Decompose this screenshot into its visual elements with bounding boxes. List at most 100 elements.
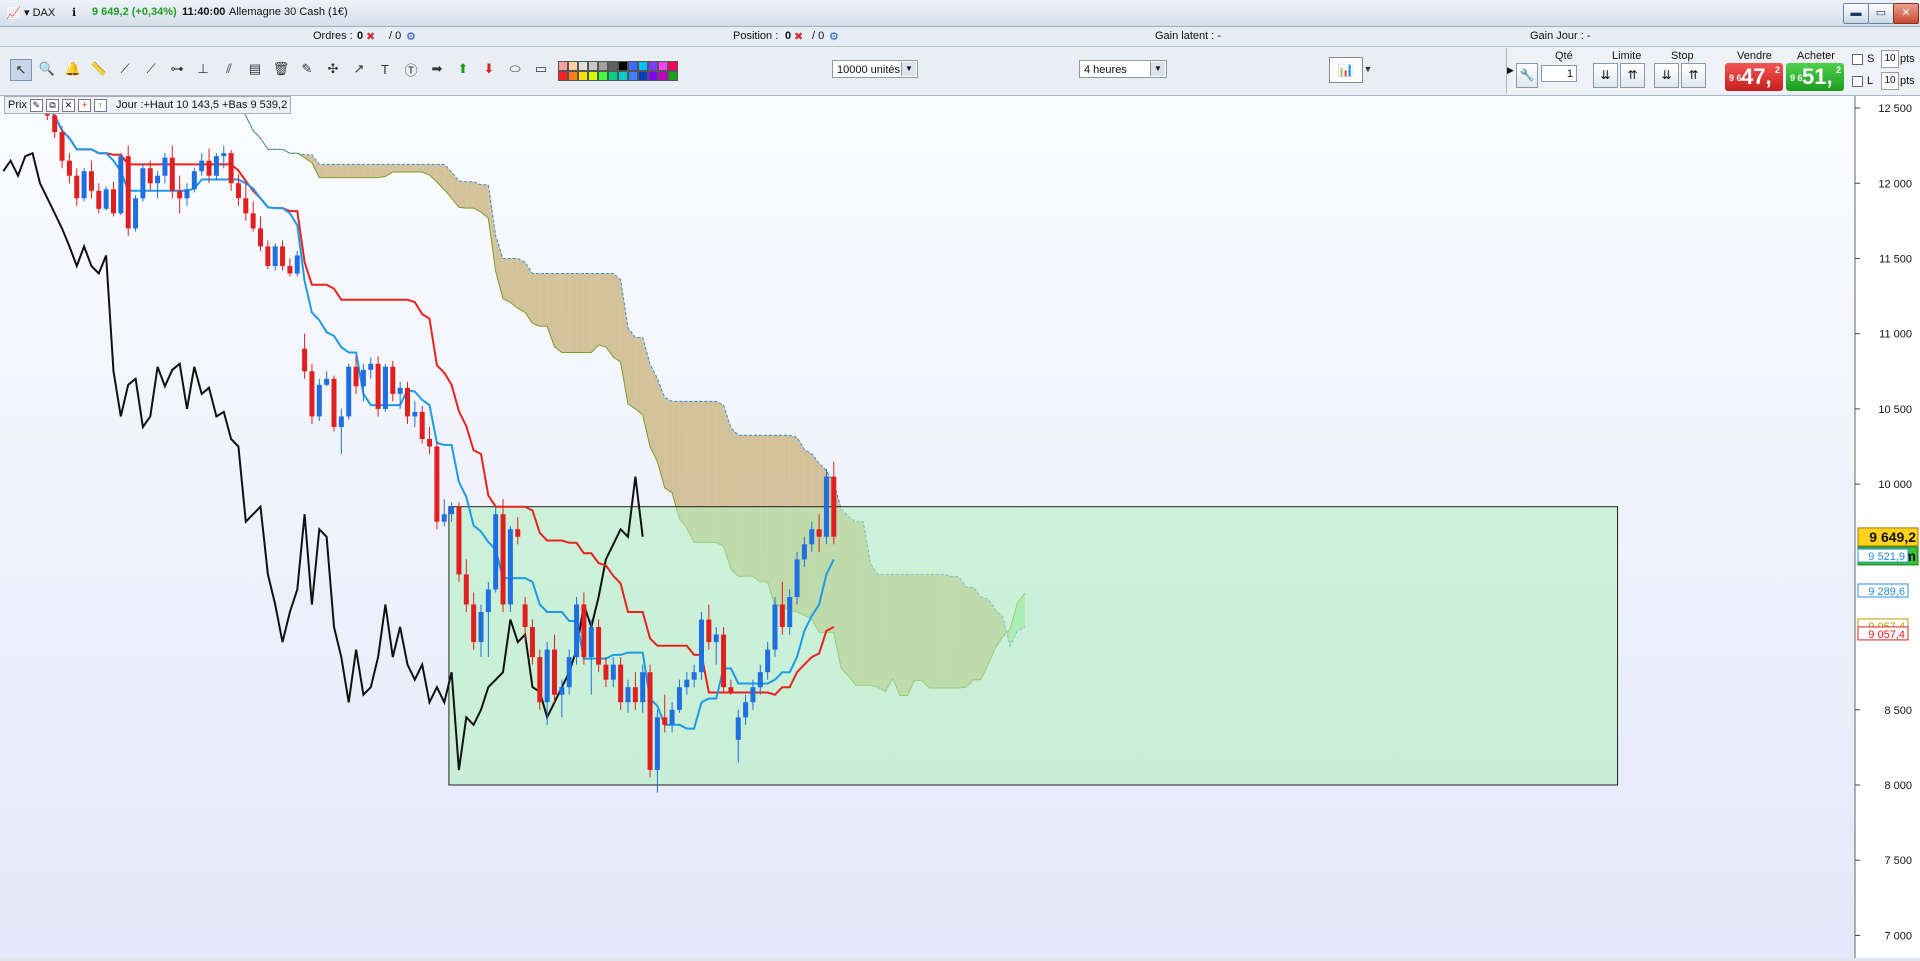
color-swatch[interactable] xyxy=(658,71,668,81)
candle-body xyxy=(691,672,697,680)
color-swatch[interactable] xyxy=(588,61,598,71)
close-button[interactable]: ✕ xyxy=(1893,3,1919,24)
text-bubble-icon[interactable]: Ⓣ xyxy=(401,59,421,79)
channel-tool-icon[interactable]: ⫽ xyxy=(219,59,239,79)
ichimoku-cloud-segment xyxy=(414,164,423,172)
brush-icon[interactable]: ✎ xyxy=(297,59,317,79)
color-swatch[interactable] xyxy=(618,61,628,71)
minimize-button[interactable]: ▬ xyxy=(1843,3,1869,24)
position-cancel-icon[interactable]: ✖ xyxy=(794,30,803,43)
arrow-right-icon[interactable]: ➡ xyxy=(427,59,447,79)
vertical-line-icon[interactable]: ⊥ xyxy=(193,59,213,79)
indicators-icon[interactable]: 📊 xyxy=(1329,57,1363,83)
axis-tick-label: 11 000 xyxy=(1879,329,1912,341)
trend-tool-icon[interactable]: ↗ xyxy=(349,59,369,79)
indicator-value-tag: 9 521,9 xyxy=(1868,551,1905,563)
color-swatch[interactable] xyxy=(608,71,618,81)
color-swatch[interactable] xyxy=(668,61,678,71)
pointer-icon[interactable]: ↖ xyxy=(10,59,32,81)
chart-canvas[interactable]: 12 500 12 000 11 500 11 000 10 500 10 000 8 50… xyxy=(0,92,1920,958)
color-swatch[interactable] xyxy=(618,71,628,81)
add-indicator-icon[interactable]: + xyxy=(77,98,91,112)
axis-tick-label: 8 000 xyxy=(1884,780,1912,792)
limit-buy-button[interactable]: ⇈ xyxy=(1620,63,1645,88)
candle-body xyxy=(794,559,800,597)
buy-price-main: 51, xyxy=(1802,64,1833,89)
units-select[interactable]: 10000 unités ▼ xyxy=(832,60,918,78)
zoom-icon[interactable]: 🔍 xyxy=(37,59,57,79)
color-swatch[interactable] xyxy=(628,61,638,71)
stop-checkbox[interactable] xyxy=(1852,54,1863,65)
line-tool-icon[interactable]: ⟋ xyxy=(115,59,135,79)
ruler-icon[interactable]: 📏 xyxy=(89,59,109,79)
fan-tool-icon[interactable]: ✣ xyxy=(323,59,343,79)
chevron-down-icon[interactable]: ▼ xyxy=(1361,59,1375,79)
candle-body xyxy=(397,387,403,394)
stop-sell-button[interactable]: ⇊ xyxy=(1654,63,1679,88)
color-swatch[interactable] xyxy=(638,61,648,71)
position-settings-icon[interactable]: ⚙ xyxy=(829,30,839,43)
remove-icon[interactable]: ✕ xyxy=(61,98,75,112)
info-icon[interactable]: ℹ xyxy=(72,6,76,19)
color-swatch[interactable] xyxy=(568,61,578,71)
chevron-down-icon: ▼ xyxy=(1150,62,1165,76)
copy-icon[interactable]: ⧉ xyxy=(45,98,59,112)
color-swatch[interactable] xyxy=(568,71,578,81)
stop-checkbox-label: S xyxy=(1867,53,1875,65)
arrow-up-icon[interactable]: ⬆ xyxy=(453,59,473,79)
panel-collapse-icon[interactable]: ▶ xyxy=(1507,65,1514,76)
text-tool-icon[interactable]: T xyxy=(375,59,395,79)
ichimoku-cloud-segment xyxy=(613,273,621,362)
rectangle-tool-icon[interactable]: ▭ xyxy=(531,59,551,79)
fibonacci-icon[interactable]: ▤ xyxy=(245,59,265,79)
axis-tick-label: 8 500 xyxy=(1884,705,1912,717)
limit-checkbox[interactable] xyxy=(1852,76,1863,87)
color-swatch[interactable] xyxy=(638,71,648,81)
period-select[interactable]: 4 heures ▼ xyxy=(1079,60,1167,78)
color-swatch[interactable] xyxy=(558,61,568,71)
ichimoku-cloud-segment xyxy=(554,273,562,353)
color-swatch[interactable] xyxy=(608,61,618,71)
candle-body xyxy=(81,171,87,199)
color-swatch[interactable] xyxy=(598,61,608,71)
arrow-down-icon[interactable]: ⬇ xyxy=(479,59,499,79)
candle-body xyxy=(177,190,183,199)
color-swatch[interactable] xyxy=(648,71,658,81)
candle-body xyxy=(191,171,197,190)
stop-points-input[interactable]: 10 xyxy=(1881,50,1899,68)
color-swatch[interactable] xyxy=(668,71,678,81)
color-swatch[interactable] xyxy=(588,71,598,81)
ichimoku-cloud-segment xyxy=(576,273,584,353)
color-swatch[interactable] xyxy=(578,71,588,81)
orders-settings-icon[interactable]: ⚙ xyxy=(406,30,416,43)
limit-points-input[interactable]: 10 xyxy=(1881,72,1899,90)
instrument-dropdown[interactable]: ▾ DAX xyxy=(24,6,55,19)
quantity-input[interactable]: 1 xyxy=(1541,65,1577,82)
ellipse-tool-icon[interactable]: ⬭ xyxy=(505,59,525,79)
color-swatch[interactable] xyxy=(578,61,588,71)
color-swatch[interactable] xyxy=(598,71,608,81)
color-swatch[interactable] xyxy=(658,61,668,71)
edit-icon[interactable]: ✎ xyxy=(29,98,43,112)
buy-button[interactable]: 9 6 51, 2 xyxy=(1786,63,1844,91)
trash-icon[interactable]: 🗑 xyxy=(271,59,291,79)
sell-button[interactable]: 9 6 47, 2 xyxy=(1725,63,1783,91)
candle-body xyxy=(66,160,72,176)
wrench-icon[interactable]: 🔧 xyxy=(1516,63,1538,88)
color-swatch[interactable] xyxy=(558,71,568,81)
move-up-icon[interactable]: ↑ xyxy=(93,98,107,112)
limit-sell-button[interactable]: ⇊ xyxy=(1593,63,1618,88)
candle-body xyxy=(405,387,410,417)
stop-buy-button[interactable]: ⇈ xyxy=(1681,63,1706,88)
candle-body xyxy=(706,619,712,643)
candle-body xyxy=(346,366,352,417)
price-chart[interactable]: 12 500 12 000 11 500 11 000 10 500 10 000 8 50… xyxy=(0,92,1920,958)
color-swatch[interactable] xyxy=(628,71,638,81)
orders-cancel-icon[interactable]: ✖ xyxy=(366,30,375,43)
maximize-button[interactable]: ▭ xyxy=(1868,3,1894,24)
ichimoku-cloud-segment xyxy=(319,164,327,178)
ray-tool-icon[interactable]: ⟋ xyxy=(141,59,161,79)
color-swatch[interactable] xyxy=(648,61,658,71)
horizontal-line-icon[interactable]: ⊶ xyxy=(167,59,187,79)
alert-bell-icon[interactable]: 🔔 xyxy=(63,59,83,79)
